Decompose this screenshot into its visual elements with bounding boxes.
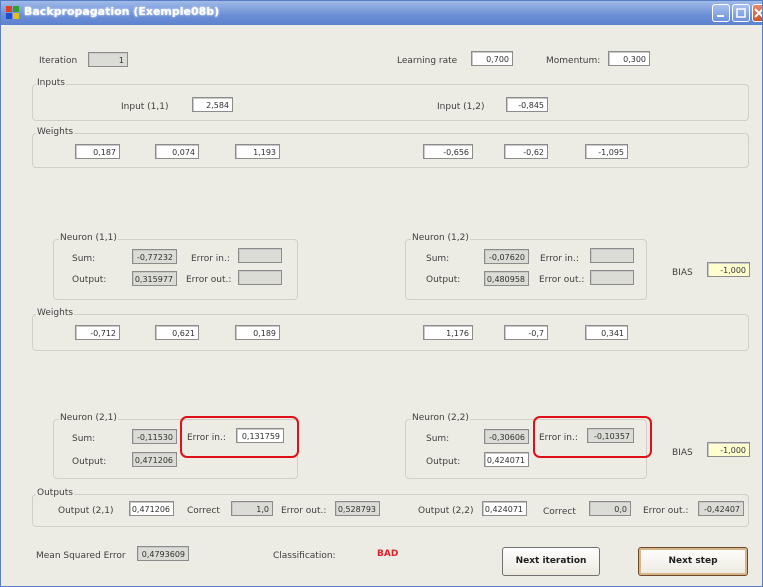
close-icon — [754, 8, 762, 18]
neuron-2-2-error-in-label: Error in.: — [539, 433, 578, 443]
learning-rate-field[interactable]: 0,700 — [471, 51, 513, 66]
neuron-2-2-sum-field[interactable]: -0,30606 — [484, 429, 529, 444]
neuron-2-1-error-in-field[interactable]: 0,131759 — [236, 428, 284, 443]
neuron-2-2-output-label: Output: — [426, 457, 461, 467]
learning-rate-label: Learning rate — [397, 56, 458, 66]
weight-1-field[interactable]: 0,074 — [155, 144, 199, 159]
iteration-label: Iteration — [39, 56, 78, 66]
error-out-2-label: Error out.: — [643, 506, 689, 516]
neuron-2-1-sum-label: Sum: — [72, 434, 96, 444]
weight-1-field[interactable]: -0,62 — [504, 144, 548, 159]
weight-1-field[interactable]: 1,193 — [235, 144, 280, 159]
neuron-2-1-sum-field[interactable]: -0,11530 — [132, 429, 177, 444]
neuron-2-1-label: Neuron (2,1) — [59, 413, 118, 424]
neuron-1-2-sum-label: Sum: — [426, 254, 450, 264]
input-1-1-field[interactable]: 2,584 — [192, 97, 233, 112]
outputs-group-label: Outputs — [36, 488, 74, 499]
title-bar[interactable]: Backpropagation (Exemple08b) — [1, 1, 762, 25]
neuron-1-1-sum-field[interactable]: -0,77232 — [132, 249, 177, 264]
bias-1-field[interactable]: -1,000 — [707, 262, 750, 277]
bias-2-field[interactable]: -1,000 — [707, 442, 750, 457]
error-out-1-field[interactable]: 0,528793 — [335, 501, 380, 516]
error-out-1-label: Error out.: — [281, 506, 327, 516]
neuron-1-2-sum-field[interactable]: -0,07620 — [484, 249, 529, 264]
minimize-icon — [717, 15, 724, 17]
neuron-1-2-output-field[interactable]: 0,480958 — [484, 271, 529, 286]
correct-1-field[interactable]: 1,0 — [231, 501, 273, 516]
neuron-1-1-error-in-field[interactable] — [238, 248, 282, 263]
neuron-2-1-output-label: Output: — [72, 457, 107, 467]
weight-2-field[interactable]: 0,341 — [585, 325, 628, 340]
iteration-field[interactable]: 1 — [88, 52, 128, 67]
mse-label: Mean Squared Error — [36, 551, 126, 561]
neuron-1-2-error-in-label: Error in.: — [540, 254, 579, 264]
weights-1-group-label: Weights — [36, 127, 75, 138]
bias-2-label: BIAS — [672, 448, 693, 458]
inputs-group-label: Inputs — [36, 78, 66, 89]
weight-2-field[interactable]: -0,712 — [75, 325, 120, 340]
momentum-field[interactable]: 0,300 — [608, 51, 650, 66]
weights-1-group — [32, 133, 749, 168]
neuron-2-2-output-field[interactable]: 0,424071 — [484, 452, 529, 467]
neuron-2-2-label: Neuron (2,2) — [411, 413, 470, 424]
neuron-1-1-label: Neuron (1,1) — [59, 233, 118, 244]
classification-value: BAD — [377, 549, 399, 559]
neuron-1-2-error-out-label: Error out.: — [539, 275, 585, 285]
neuron-1-2-label: Neuron (1,2) — [411, 233, 470, 244]
neuron-2-1-error-in-label: Error in.: — [187, 433, 226, 443]
main-window: Backpropagation (Exemple08b) Iteration 1… — [0, 0, 763, 587]
neuron-2-2-sum-label: Sum: — [426, 434, 450, 444]
neuron-1-2-error-out-field[interactable] — [590, 270, 634, 285]
maximize-icon — [736, 8, 746, 18]
weight-2-field[interactable]: 1,176 — [423, 325, 473, 340]
close-button[interactable] — [752, 4, 762, 22]
correct-2-field[interactable]: 0,0 — [589, 501, 631, 516]
classification-label: Classification: — [273, 551, 336, 561]
neuron-1-2-error-in-field[interactable] — [590, 248, 634, 263]
weight-2-field[interactable]: 0,189 — [235, 325, 280, 340]
output-2-2-label: Output (2,2) — [418, 506, 474, 516]
neuron-2-2-error-in-field[interactable]: -0,10357 — [587, 428, 634, 443]
weight-1-field[interactable]: -0,656 — [423, 144, 473, 159]
neuron-1-1-output-label: Output: — [72, 275, 107, 285]
weight-2-field[interactable]: -0,7 — [504, 325, 548, 340]
maximize-button[interactable] — [732, 4, 750, 22]
weights-2-group — [32, 314, 749, 351]
mse-field[interactable]: 0,4793609 — [137, 546, 189, 561]
error-out-2-field[interactable]: -0,42407 — [698, 501, 744, 516]
bias-1-label: BIAS — [672, 268, 693, 278]
minimize-button[interactable] — [712, 4, 730, 22]
neuron-1-1-error-in-label: Error in.: — [191, 254, 230, 264]
correct-2-label: Correct — [543, 507, 576, 517]
app-icon — [6, 6, 19, 19]
input-1-2-label: Input (1,2) — [437, 102, 485, 112]
momentum-label: Momentum: — [546, 56, 601, 66]
output-2-2-field[interactable]: 0,424071 — [482, 501, 527, 516]
neuron-1-1-output-field[interactable]: 0,315977 — [132, 271, 177, 286]
weights-2-group-label: Weights — [36, 308, 75, 319]
weight-2-field[interactable]: 0,621 — [155, 325, 199, 340]
next-iteration-button[interactable]: Next iteration — [502, 547, 600, 576]
neuron-1-1-error-out-label: Error out.: — [186, 275, 232, 285]
input-1-1-label: Input (1,1) — [121, 102, 169, 112]
weight-1-field[interactable]: -1,095 — [585, 144, 628, 159]
weight-1-field[interactable]: 0,187 — [75, 144, 120, 159]
output-2-1-label: Output (2,1) — [58, 506, 114, 516]
neuron-1-1-error-out-field[interactable] — [238, 270, 282, 285]
next-step-button[interactable]: Next step — [638, 547, 748, 576]
neuron-1-1-sum-label: Sum: — [72, 254, 96, 264]
input-1-2-field[interactable]: -0,845 — [506, 97, 548, 112]
output-2-1-field[interactable]: 0,471206 — [129, 501, 174, 516]
correct-1-label: Correct — [187, 506, 220, 516]
neuron-2-1-output-field[interactable]: 0,471206 — [132, 452, 177, 467]
neuron-1-2-output-label: Output: — [426, 275, 461, 285]
window-title: Backpropagation (Exemple08b) — [24, 5, 220, 18]
